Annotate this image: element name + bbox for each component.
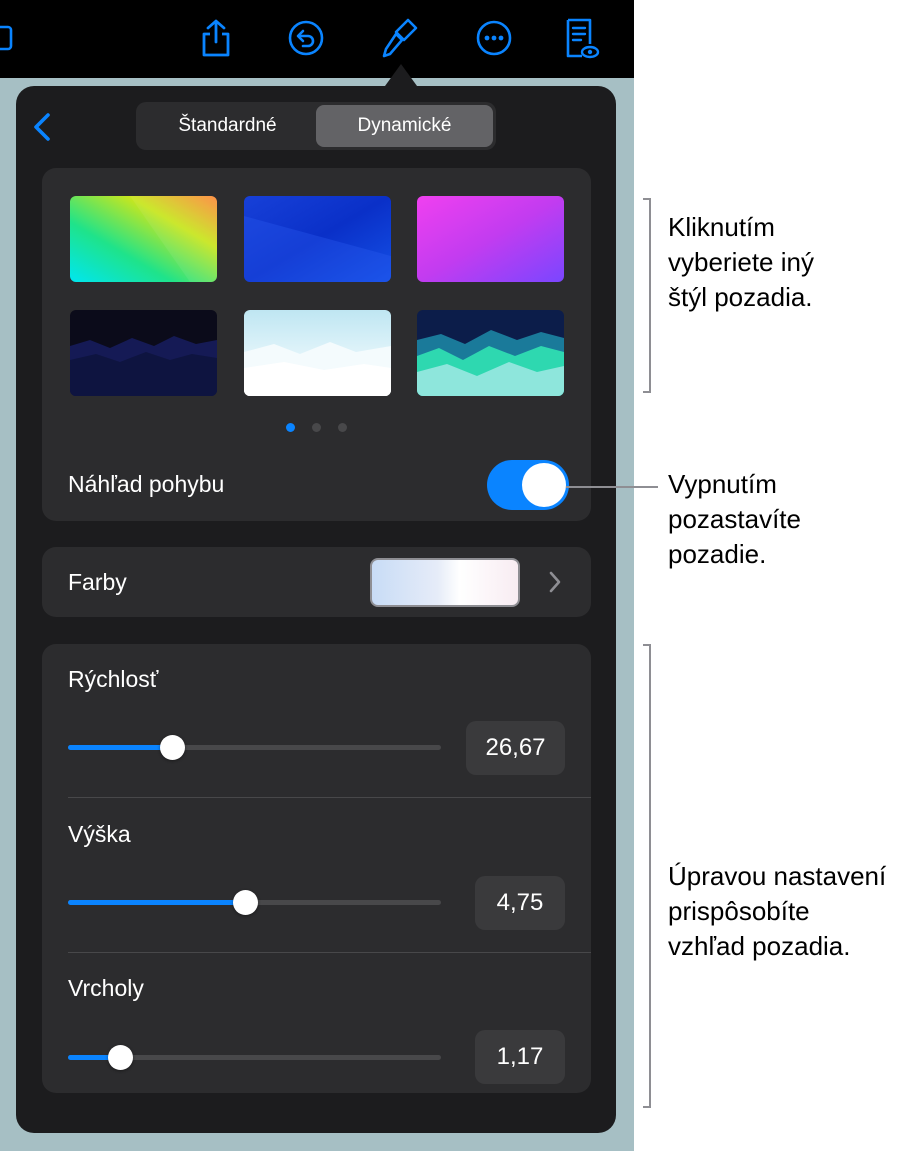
more-icon[interactable] — [474, 16, 514, 60]
divider — [68, 952, 591, 953]
style-thumbnail-dark-mountains[interactable] — [70, 310, 217, 396]
slider-fill — [68, 900, 246, 905]
page-indicator[interactable] — [42, 423, 591, 432]
styles-card: Náhľad pohybu — [42, 168, 591, 521]
toggle-knob — [522, 463, 566, 507]
style-thumbnail-white-mountains[interactable] — [244, 310, 391, 396]
undo-icon[interactable] — [286, 16, 326, 60]
style-thumbnail-rainbow-gradient[interactable] — [70, 196, 217, 282]
page-dot — [286, 423, 295, 432]
annotation-sliders: Úpravou nastavení prispôsobíte vzhľad po… — [668, 861, 887, 961]
page-dot — [312, 423, 321, 432]
chevron-left-icon — [34, 113, 50, 141]
color-gradient-swatch[interactable] — [370, 558, 520, 607]
style-thumbnail-teal-mountains[interactable] — [417, 310, 564, 396]
slider-thumb[interactable] — [160, 735, 186, 760]
sliders-card: Rýchlosť 26,67 Výška 4,75 Vrcholy 1,17 — [42, 644, 591, 1093]
colors-row[interactable]: Farby — [42, 547, 591, 617]
toolbar — [0, 0, 634, 78]
page-dot — [338, 423, 347, 432]
style-thumbnail-blue-gradient[interactable] — [244, 196, 391, 282]
annotation-styles: Kliknutím vyberiete iný štýl pozadia. — [668, 212, 814, 312]
chevron-right-icon — [549, 571, 561, 593]
media-icon[interactable] — [0, 16, 18, 60]
peaks-label: Vrcholy — [68, 975, 144, 1001]
sliders-bracket — [643, 644, 651, 1108]
popover-arrow — [385, 64, 417, 86]
colors-label: Farby — [68, 569, 127, 595]
motion-preview-label: Náhľad pohybu — [68, 471, 225, 497]
height-value-field[interactable]: 4,75 — [475, 876, 565, 930]
slider-thumb[interactable] — [233, 890, 259, 915]
styles-bracket — [643, 198, 651, 393]
reading-view-icon[interactable] — [560, 16, 600, 60]
tab-standard[interactable]: Štandardné — [139, 105, 316, 147]
slider-fill — [68, 745, 173, 750]
peaks-slider[interactable] — [68, 1045, 441, 1070]
speed-slider[interactable] — [68, 735, 441, 760]
style-thumbnail-magenta-gradient[interactable] — [417, 196, 564, 282]
speed-value-field[interactable]: 26,67 — [466, 721, 565, 775]
annotation-toggle: Vypnutím pozastavíte pozadie. — [668, 469, 801, 569]
height-label: Výška — [68, 821, 131, 847]
slider-thumb[interactable] — [108, 1045, 134, 1070]
speed-label: Rýchlosť — [68, 666, 159, 692]
back-button[interactable] — [30, 110, 56, 144]
share-icon[interactable] — [196, 16, 236, 60]
background-popover: Štandardné Dynamické Náhľad pohybu Farby… — [16, 86, 616, 1133]
height-slider[interactable] — [68, 890, 441, 915]
peaks-value-field[interactable]: 1,17 — [475, 1030, 565, 1084]
style-type-segmented-control: Štandardné Dynamické — [136, 102, 496, 150]
divider — [68, 797, 591, 798]
motion-preview-toggle[interactable] — [487, 460, 569, 510]
toggle-callout-line — [566, 486, 658, 488]
tab-dynamic[interactable]: Dynamické — [316, 105, 493, 147]
paintbrush-icon[interactable] — [380, 16, 420, 60]
